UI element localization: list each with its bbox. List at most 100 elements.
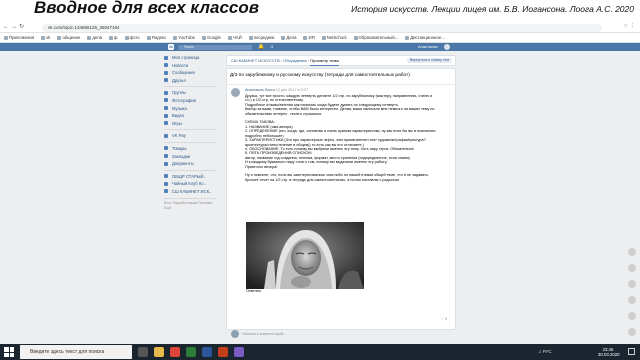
bookmark-item[interactable]: общение	[57, 35, 80, 40]
sidebar-item[interactable]: СШ КАБИНЕТ ИСК..	[164, 188, 220, 196]
extension-icons[interactable]: ☆⋮	[624, 23, 637, 29]
participant-avatar[interactable]	[628, 248, 636, 256]
sidebar-item[interactable]: Фотографии	[164, 97, 220, 105]
participant-avatar[interactable]	[628, 280, 636, 288]
sidebar-item[interactable]: Группы	[164, 89, 220, 97]
sidebar-item[interactable]: Сообщения	[164, 69, 220, 77]
footer-link[interactable]: Разработчикам	[173, 201, 198, 205]
footer-link[interactable]: Ещё	[164, 206, 171, 210]
bookmark-item[interactable]: Дистанционное...	[405, 35, 445, 40]
sidebar-divider	[164, 197, 216, 199]
author-name[interactable]: Анастасия Лоога	[245, 88, 275, 92]
bookmark-favicon-icon	[303, 35, 308, 40]
clock-date: 30.03.2020	[598, 352, 620, 357]
like-count-value: 8	[445, 317, 448, 321]
breadcrumb-section[interactable]: Обсуждения	[283, 58, 306, 63]
bookmark-item[interactable]: ЧАЙ	[227, 35, 242, 40]
word-icon[interactable]	[202, 347, 212, 357]
post-date[interactable]: 12 дек 2017 в 9:37	[276, 88, 308, 92]
bookmark-favicon-icon	[353, 35, 358, 40]
sidebar-item[interactable]: Друзья	[164, 77, 220, 85]
bookmark-favicon-icon	[227, 35, 232, 40]
sidebar-item[interactable]: Видео	[164, 112, 220, 120]
back-to-topics-button[interactable]: Вернуться к списку тем	[406, 58, 452, 63]
post-text-line: 3. ХАРАКТЕРИСТИКА (Что про характерные ч…	[245, 138, 426, 143]
forward-icon[interactable]: →	[11, 24, 19, 30]
bookmark-item[interactable]: ф	[108, 35, 118, 40]
browser-nav-icons[interactable]: ←→↻	[3, 23, 26, 30]
powerpoint-icon[interactable]	[218, 347, 228, 357]
notification-icon[interactable]	[628, 348, 635, 355]
post-text-line: 2. ОПРЕДЕЛЕНИЕ (кто, когда, где, основна…	[245, 129, 436, 134]
banner-subtitle: История искусств. Лекции лицея им. Б.В. …	[351, 4, 634, 14]
reply-link[interactable]: Ответить	[246, 289, 261, 293]
music-icon[interactable]: ♫	[270, 44, 274, 50]
sidebar-item[interactable]: Документы	[164, 160, 220, 168]
sound-icon[interactable]: ♫	[538, 349, 541, 354]
breadcrumb-group[interactable]: СШ КАБИНЕТ ИСКУССТВ	[231, 58, 280, 63]
sidebar-item[interactable]: VK Pay	[164, 132, 220, 140]
bookmark-item[interactable]: посредник	[248, 35, 275, 40]
app-icon[interactable]	[234, 347, 244, 357]
bookmark-label: фото	[129, 35, 140, 40]
sidebar-item-icon	[164, 70, 168, 75]
sidebar-item[interactable]: Новости	[164, 62, 220, 70]
sidebar-item[interactable]: Музыка	[164, 105, 220, 113]
taskbar-clock[interactable]: 23:46 30.03.2020	[598, 347, 620, 357]
sidebar-item-label: Моя страница	[172, 55, 200, 60]
excel-icon[interactable]	[186, 347, 196, 357]
participant-avatar[interactable]	[628, 312, 636, 320]
sidebar-item[interactable]: Товары	[164, 145, 220, 153]
participant-avatar[interactable]	[628, 296, 636, 304]
bell-icon[interactable]: 🔔	[258, 44, 264, 50]
task-view-icon[interactable]	[138, 347, 148, 357]
language-indicator[interactable]: РУС	[543, 349, 552, 354]
footer-link[interactable]: Блог	[164, 201, 172, 205]
vk-logo[interactable]: vk	[168, 44, 174, 51]
back-icon[interactable]: ←	[3, 24, 11, 30]
sidebar-divider	[164, 141, 216, 143]
address-bar[interactable]: vk.com/topic-134665126_36047164	[42, 23, 602, 32]
avatar[interactable]	[444, 44, 450, 50]
bookmark-label: посредник	[253, 35, 275, 40]
participant-avatar[interactable]	[628, 264, 636, 272]
sidebar-item[interactable]: ОБЩР СТАРЫЙ..	[164, 173, 220, 181]
menu-icon[interactable]: ⋮	[630, 23, 637, 29]
sidebar-item[interactable]: Игры	[164, 120, 220, 128]
post-photo[interactable]	[246, 222, 364, 289]
sidebar-item[interactable]: Закладки	[164, 153, 220, 161]
bookmark-item[interactable]: Google	[202, 35, 221, 40]
sidebar-item[interactable]: Чайный Клуб Ко..	[164, 180, 220, 188]
comment-input[interactable]: Написать комментарий...	[242, 331, 447, 337]
vk-search-input[interactable]: Поиск	[178, 44, 252, 50]
participant-avatar[interactable]	[628, 328, 636, 336]
chrome-icon[interactable]	[170, 347, 180, 357]
like-count[interactable]: ♡ 8	[441, 317, 447, 321]
bookmark-item[interactable]: дела	[87, 35, 102, 40]
sidebar-item-label: Чайный Клуб Ко..	[172, 181, 206, 187]
bookmark-item[interactable]: Яндекс	[146, 35, 166, 40]
sidebar-item-label: Видео	[172, 113, 185, 119]
file-explorer-icon[interactable]	[154, 347, 164, 357]
bookmark-item[interactable]: фото	[124, 35, 140, 40]
sidebar-item-label: VK Pay	[172, 133, 186, 139]
sidebar-item[interactable]: Моя страница	[164, 54, 220, 62]
bookmark-item[interactable]: NetSchool	[321, 35, 347, 40]
bookmark-item[interactable]: YouTube	[173, 35, 195, 40]
header-username[interactable]: Анастасия	[418, 44, 438, 49]
bookmark-item[interactable]: vk	[41, 35, 50, 40]
bookmark-item[interactable]: Приложения	[4, 35, 34, 40]
sidebar-item-icon	[164, 106, 168, 111]
taskbar-search-input[interactable]: Введите здесь текст для поиска	[20, 345, 132, 359]
system-tray[interactable]: ♫ РУС	[538, 349, 552, 354]
reload-icon[interactable]: ↻	[19, 24, 26, 30]
windows-start-icon[interactable]	[4, 347, 14, 357]
bookmark-item[interactable]: ИЯ	[303, 35, 315, 40]
bookmark-item[interactable]: Образовательный...	[353, 35, 399, 40]
bookmark-label: Образовательный...	[358, 35, 399, 40]
bookmark-item[interactable]: Дела	[281, 35, 296, 40]
author-avatar[interactable]	[231, 88, 240, 97]
footer-link[interactable]: Реклама	[198, 201, 212, 205]
bookmark-favicon-icon	[321, 35, 326, 40]
heart-icon[interactable]: ♡	[441, 317, 444, 321]
